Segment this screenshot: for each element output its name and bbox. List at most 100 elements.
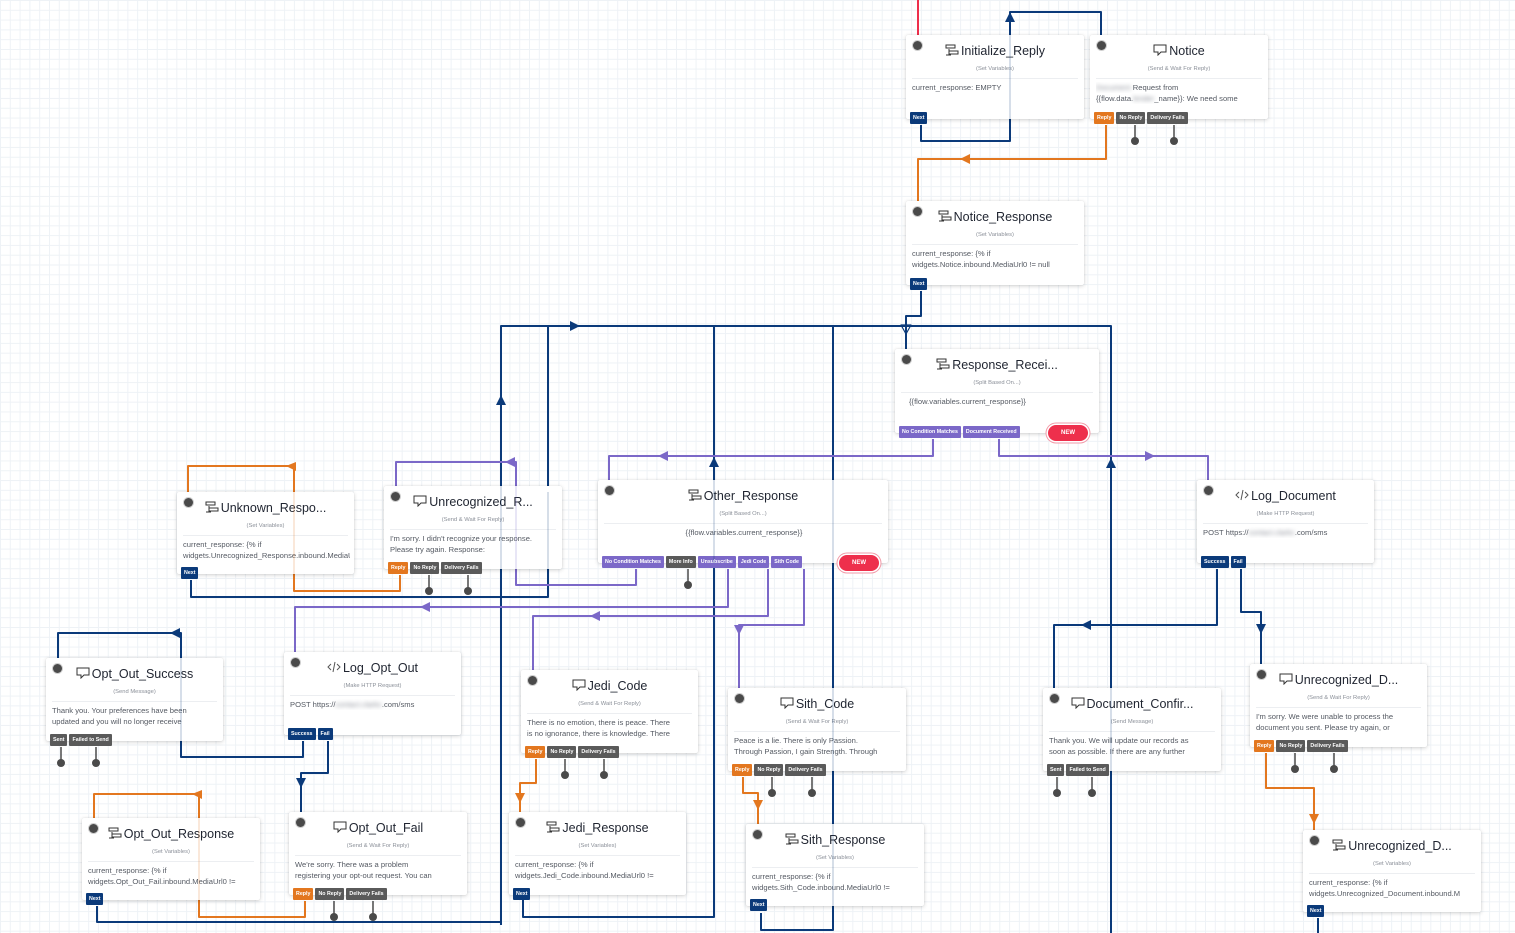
widget-opt-out-fail[interactable]: Opt_Out_Fail (Send & Wait For Reply) We'… [289, 812, 467, 900]
unconnected-port-dot[interactable] [1088, 789, 1096, 797]
widget-log-document[interactable]: Log_Document (Make HTTP Request) POST ht… [1197, 480, 1374, 568]
port-no-reply[interactable]: No Reply [1116, 112, 1146, 124]
port-no-condition-matches[interactable]: No Condition Matches [899, 426, 961, 438]
port-reply[interactable]: Reply [1094, 112, 1115, 124]
port-fail[interactable]: Fail [1230, 556, 1246, 568]
widget-document-confirmation[interactable]: Document_Confir... (Send Message) Thank … [1043, 688, 1221, 776]
port-reply[interactable]: Reply [1254, 740, 1275, 752]
widget-opt-out-response[interactable]: Opt_Out_Response (Set Variables) current… [82, 818, 260, 905]
widget-unrecognized-response[interactable]: Unrecognized_R... (Send & Wait For Reply… [384, 486, 562, 574]
connector-layer [57, 0, 1335, 933]
divider [290, 695, 455, 696]
unconnected-port-dot[interactable] [1291, 765, 1299, 773]
port-sith-code[interactable]: Sith Code [771, 556, 802, 568]
port-no-condition-matches[interactable]: No Condition Matches [602, 556, 664, 568]
unconnected-port-dot[interactable] [1330, 765, 1338, 773]
port-delivery-fails[interactable]: Delivery Fails [1307, 740, 1348, 752]
port-success[interactable]: Success [1201, 556, 1229, 568]
port-delivery-fails[interactable]: Delivery Fails [785, 764, 826, 776]
widget-jedi-response[interactable]: Jedi_Response (Set Variables) current_re… [509, 812, 686, 900]
port-reply[interactable]: Reply [388, 562, 409, 574]
port-next[interactable]: Next [910, 278, 928, 290]
port-reply[interactable]: Reply [293, 888, 314, 900]
port-next[interactable]: Next [181, 567, 199, 579]
unconnected-port-dot[interactable] [369, 913, 377, 921]
port-failed-to-send[interactable]: Failed to Send [1066, 764, 1109, 776]
port-next[interactable]: Next [910, 112, 928, 124]
unconnected-port-dot[interactable] [561, 771, 569, 779]
widget-title: Document_Confir... [1086, 697, 1194, 711]
unconnected-port-dot[interactable] [684, 581, 692, 589]
new-transition-button[interactable]: NEW [839, 555, 879, 571]
widget-unrecognized-document[interactable]: Unrecognized_D... (Send & Wait For Reply… [1250, 664, 1427, 752]
port-no-reply[interactable]: No Reply [410, 562, 440, 574]
widget-notice[interactable]: Notice (Send & Wait For Reply) Document … [1090, 35, 1268, 124]
unconnected-port-dot[interactable] [57, 759, 65, 767]
widget-body-text: _name}}: We need some [1154, 94, 1238, 103]
port-next[interactable]: Next [1307, 905, 1325, 917]
widget-unrecognized-document-vars[interactable]: Unrecognized_D... (Set Variables) curren… [1303, 830, 1481, 917]
message-icon [413, 495, 427, 507]
connector-sith-reply [742, 777, 759, 830]
connector-jedi-reply [519, 759, 537, 818]
unconnected-port-dot[interactable] [1053, 789, 1061, 797]
widget-body-line: current_response: {% if [515, 860, 594, 869]
widget-title: Unrecognized_D... [1294, 673, 1399, 687]
port-more-info[interactable]: More Info [665, 556, 696, 568]
arrow [505, 457, 515, 467]
arrow [753, 800, 763, 810]
port-no-reply[interactable]: No Reply [315, 888, 345, 900]
widget-sith-code[interactable]: Sith_Code (Send & Wait For Reply) Peace … [728, 688, 906, 776]
unconnected-port-dot[interactable] [808, 789, 816, 797]
port-delivery-fails[interactable]: Delivery Fails [1147, 112, 1188, 124]
widget-body-line: current_response: {% if [88, 866, 167, 875]
port-delivery-fails[interactable]: Delivery Fails [578, 746, 619, 758]
new-transition-button[interactable]: NEW [1048, 425, 1088, 441]
port-reply[interactable]: Reply [732, 764, 753, 776]
widget-sith-response[interactable]: Sith_Response (Set Variables) current_re… [746, 824, 924, 911]
port-delivery-fails[interactable]: Delivery Fails [346, 888, 387, 900]
port-fail[interactable]: Fail [317, 728, 333, 740]
port-sent[interactable]: Sent [1047, 764, 1065, 776]
port-delivery-fails[interactable]: Delivery Fails [441, 562, 482, 574]
connector-sith-code [738, 569, 805, 692]
port-reply[interactable]: Reply [525, 746, 546, 758]
arrow [1256, 624, 1266, 634]
port-sent[interactable]: Sent [50, 734, 68, 746]
port-failed-to-send[interactable]: Failed to Send [69, 734, 112, 746]
widget-type: (Send Message) [113, 689, 156, 695]
widget-other-response[interactable]: Other_Response (Split Based On...) {{flo… [598, 480, 888, 568]
set-variables-icon [1332, 839, 1346, 851]
widget-opt-out-success[interactable]: Opt_Out_Success (Send Message) Thank you… [46, 658, 223, 746]
widget-response-received[interactable]: Response_Recei... (Split Based On...) {{… [895, 349, 1099, 438]
port-document-received[interactable]: Document Received [962, 426, 1020, 438]
divider [1203, 523, 1368, 524]
unconnected-port-dot[interactable] [1170, 137, 1178, 145]
unconnected-port-dot[interactable] [1131, 137, 1139, 145]
widget-initialize-reply[interactable]: Initialize_Reply (Set Variables) current… [906, 35, 1084, 124]
widget-title: Other_Response [703, 489, 799, 503]
port-next[interactable]: Next [513, 888, 531, 900]
widget-body-line: document you sent. Please try again, or [1256, 723, 1390, 732]
unconnected-port-dot[interactable] [92, 759, 100, 767]
port-success[interactable]: Success [288, 728, 316, 740]
port-no-reply[interactable]: No Reply [547, 746, 577, 758]
widget-unknown-response[interactable]: Unknown_Respo... (Set Variables) current… [177, 492, 354, 579]
port-no-reply[interactable]: No Reply [754, 764, 784, 776]
widget-jedi-code[interactable]: Jedi_Code (Send & Wait For Reply) There … [521, 670, 698, 758]
unconnected-port-dot[interactable] [425, 587, 433, 595]
unconnected-port-dot[interactable] [768, 789, 776, 797]
port-next[interactable]: Next [86, 893, 104, 905]
port-unsubscribe[interactable]: Unsubscribe [697, 556, 736, 568]
widget-body-line: current_response: EMPTY [912, 83, 1002, 92]
port-jedi-code[interactable]: Jedi Code [737, 556, 770, 568]
widget-notice-response[interactable]: Notice_Response (Set Variables) current_… [906, 201, 1084, 290]
unconnected-port-dot[interactable] [600, 771, 608, 779]
unconnected-port-dot[interactable] [330, 913, 338, 921]
widget-log-opt-out[interactable]: Log_Opt_Out (Make HTTP Request) POST htt… [284, 652, 461, 740]
unconnected-port-dot[interactable] [464, 587, 472, 595]
port-next[interactable]: Next [750, 899, 768, 911]
port-no-reply[interactable]: No Reply [1276, 740, 1306, 752]
flow-canvas[interactable]: Initialize_Reply (Set Variables) current… [0, 0, 1515, 933]
widget-body-text: POST https:// [290, 700, 336, 709]
